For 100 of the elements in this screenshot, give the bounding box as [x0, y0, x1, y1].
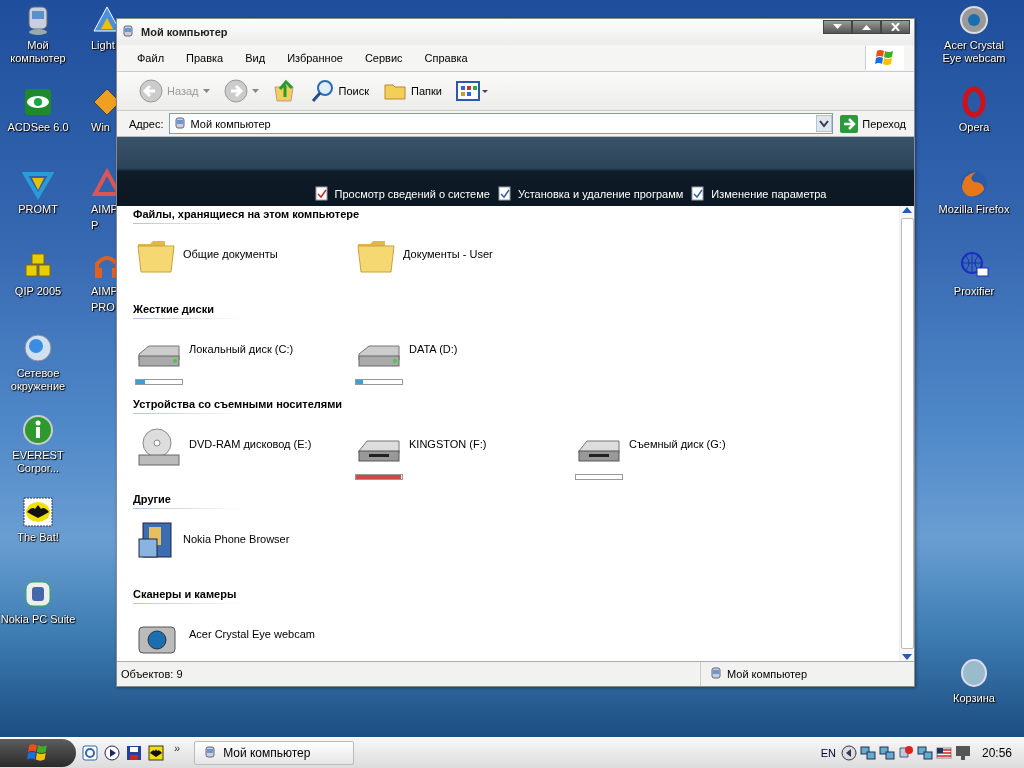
drive-item[interactable]: Общие документы [133, 234, 353, 294]
bat-icon [22, 496, 54, 528]
menu-item[interactable]: Справка [413, 52, 479, 64]
down-triangle-icon [833, 24, 842, 30]
desktop-shortcut[interactable]: Win [91, 86, 116, 134]
folders-button[interactable]: Папки [381, 77, 444, 105]
task-link[interactable]: Просмотр сведений о системе [314, 186, 490, 201]
info-icon [22, 414, 54, 446]
shortcut-label: P [91, 219, 99, 232]
shortcut-label: Acer Crystal Eye webcam [941, 39, 1007, 65]
section-heading: Файлы, хранящиеся на этом компьютере [133, 208, 360, 224]
right-arrow-icon [840, 114, 859, 133]
shortcut-label: Mozilla Firefox [938, 203, 1010, 216]
start-button[interactable] [0, 739, 76, 767]
computer-icon [172, 116, 187, 131]
drive-item[interactable]: KINGSTON (F:) [353, 424, 573, 484]
computer-icon [203, 746, 218, 760]
bat-icon [148, 745, 164, 761]
drive-item[interactable]: Съемный диск (G:) [573, 424, 793, 484]
search-button[interactable]: Поиск [308, 77, 371, 105]
quick-launch-button[interactable] [126, 745, 142, 761]
desktop-shortcut[interactable]: Proxifier [936, 250, 1012, 298]
shortcut-label: QIP 2005 [14, 285, 62, 298]
up-triangle-icon [862, 24, 871, 30]
drive-item[interactable]: Nokia Phone Browser [133, 519, 353, 579]
desktop-shortcut[interactable]: Сетевое окружение [0, 332, 76, 393]
task-link[interactable]: Изменение параметра [691, 186, 827, 201]
capacity-bar [355, 379, 403, 385]
caret-icon [251, 89, 259, 93]
network-computers-icon [859, 745, 876, 761]
shortcut-label: Opera [958, 121, 990, 134]
drive-item[interactable]: Acer Crystal Eye webcam [133, 614, 353, 661]
speaker-icon [840, 745, 857, 761]
clock: 20:56 [981, 746, 1012, 760]
dropdown-icon[interactable] [816, 115, 833, 132]
desktop-shortcut[interactable]: Acer Crystal Eye webcam [936, 4, 1012, 65]
shortcut-label: PROMT [18, 203, 58, 216]
maximize-button[interactable] [852, 20, 881, 34]
app-icon [22, 578, 54, 610]
desktop-shortcut[interactable]: ACDSee 6.0 [0, 86, 76, 134]
desktop-shortcut[interactable]: AIMP P [91, 168, 116, 232]
desktop-shortcut[interactable]: Mozilla Firefox [936, 168, 1012, 216]
section-heading: Другие [133, 493, 273, 509]
task-link[interactable]: Установка и удаление программ [497, 186, 684, 201]
shield-alert-icon [897, 745, 914, 761]
network-computers-icon [916, 745, 933, 761]
capacity-bar [355, 474, 403, 480]
shortcut-label: Win [91, 121, 110, 134]
drive-item[interactable]: DVD-RAM дисковод (E:) [133, 424, 353, 484]
desktop-shortcut[interactable]: Nokia PC Suite [0, 578, 76, 626]
window-title: Мой компьютер [141, 26, 229, 38]
drive-item[interactable]: Локальный диск (C:) [133, 329, 353, 389]
menu-item[interactable]: Сервис [353, 52, 414, 64]
play-icon [104, 745, 120, 761]
folder-up-icon [272, 79, 297, 103]
language-indicator[interactable]: EN [820, 747, 836, 759]
quick-launch-button[interactable] [148, 745, 164, 761]
computer-icon [121, 25, 135, 39]
computer-icon [709, 667, 723, 681]
network-computers-icon [878, 745, 895, 761]
menu-item[interactable]: Вид [234, 52, 277, 64]
shortcut-label: ACDSee 6.0 [7, 121, 69, 134]
desktop-shortcut[interactable]: Корзина [936, 657, 1012, 705]
eye-icon [22, 86, 54, 118]
caret-icon [202, 89, 210, 93]
desktop-shortcut[interactable]: Opera [936, 86, 1012, 134]
menu-item[interactable]: Файл [127, 52, 176, 64]
close-button[interactable] [881, 20, 910, 34]
menu-item[interactable]: Правка [175, 52, 235, 64]
flag-icon [935, 745, 952, 761]
document-icon [497, 186, 512, 201]
scrollbar[interactable] [899, 206, 914, 661]
capacity-bar [135, 379, 183, 385]
go-button[interactable]: Переход [838, 114, 908, 133]
minimize-button[interactable] [823, 20, 852, 34]
shortcut-label: Корзина [953, 692, 995, 705]
section-heading: Сканеры и камеры [133, 588, 273, 604]
desktop-shortcut[interactable]: PROMT [0, 168, 76, 216]
desktop-shortcut[interactable]: QIP 2005 [0, 250, 76, 298]
monitor-icon [954, 745, 971, 761]
chevron-button[interactable]: » [170, 742, 189, 764]
webcam-icon [958, 4, 990, 36]
drive-item[interactable]: DATA (D:) [353, 329, 573, 389]
location-label: Мой компьютер [727, 668, 808, 680]
shortcut-label: Proxifier [953, 285, 995, 298]
drive-item[interactable]: Документы - User [353, 234, 573, 294]
address-field[interactable]: Мой компьютер [168, 113, 834, 134]
search-icon [310, 79, 335, 103]
desktop-shortcut[interactable]: Мой компьютер [0, 4, 76, 65]
menu-item[interactable]: Избранное [276, 52, 354, 64]
object-count: Объектов: 9 [117, 662, 701, 686]
windows-logo-icon [875, 48, 895, 68]
address-label: Адрес: [129, 117, 164, 130]
shortcut-label: AIMP [91, 285, 118, 298]
quick-launch-button[interactable] [104, 745, 120, 761]
taskbar-window-button[interactable]: Мой компьютер [194, 741, 355, 765]
shortcut-label: Nokia PC Suite [0, 613, 76, 626]
document-icon [314, 186, 329, 201]
shortcut-label: Light [91, 39, 115, 52]
globe-icon [22, 332, 54, 364]
